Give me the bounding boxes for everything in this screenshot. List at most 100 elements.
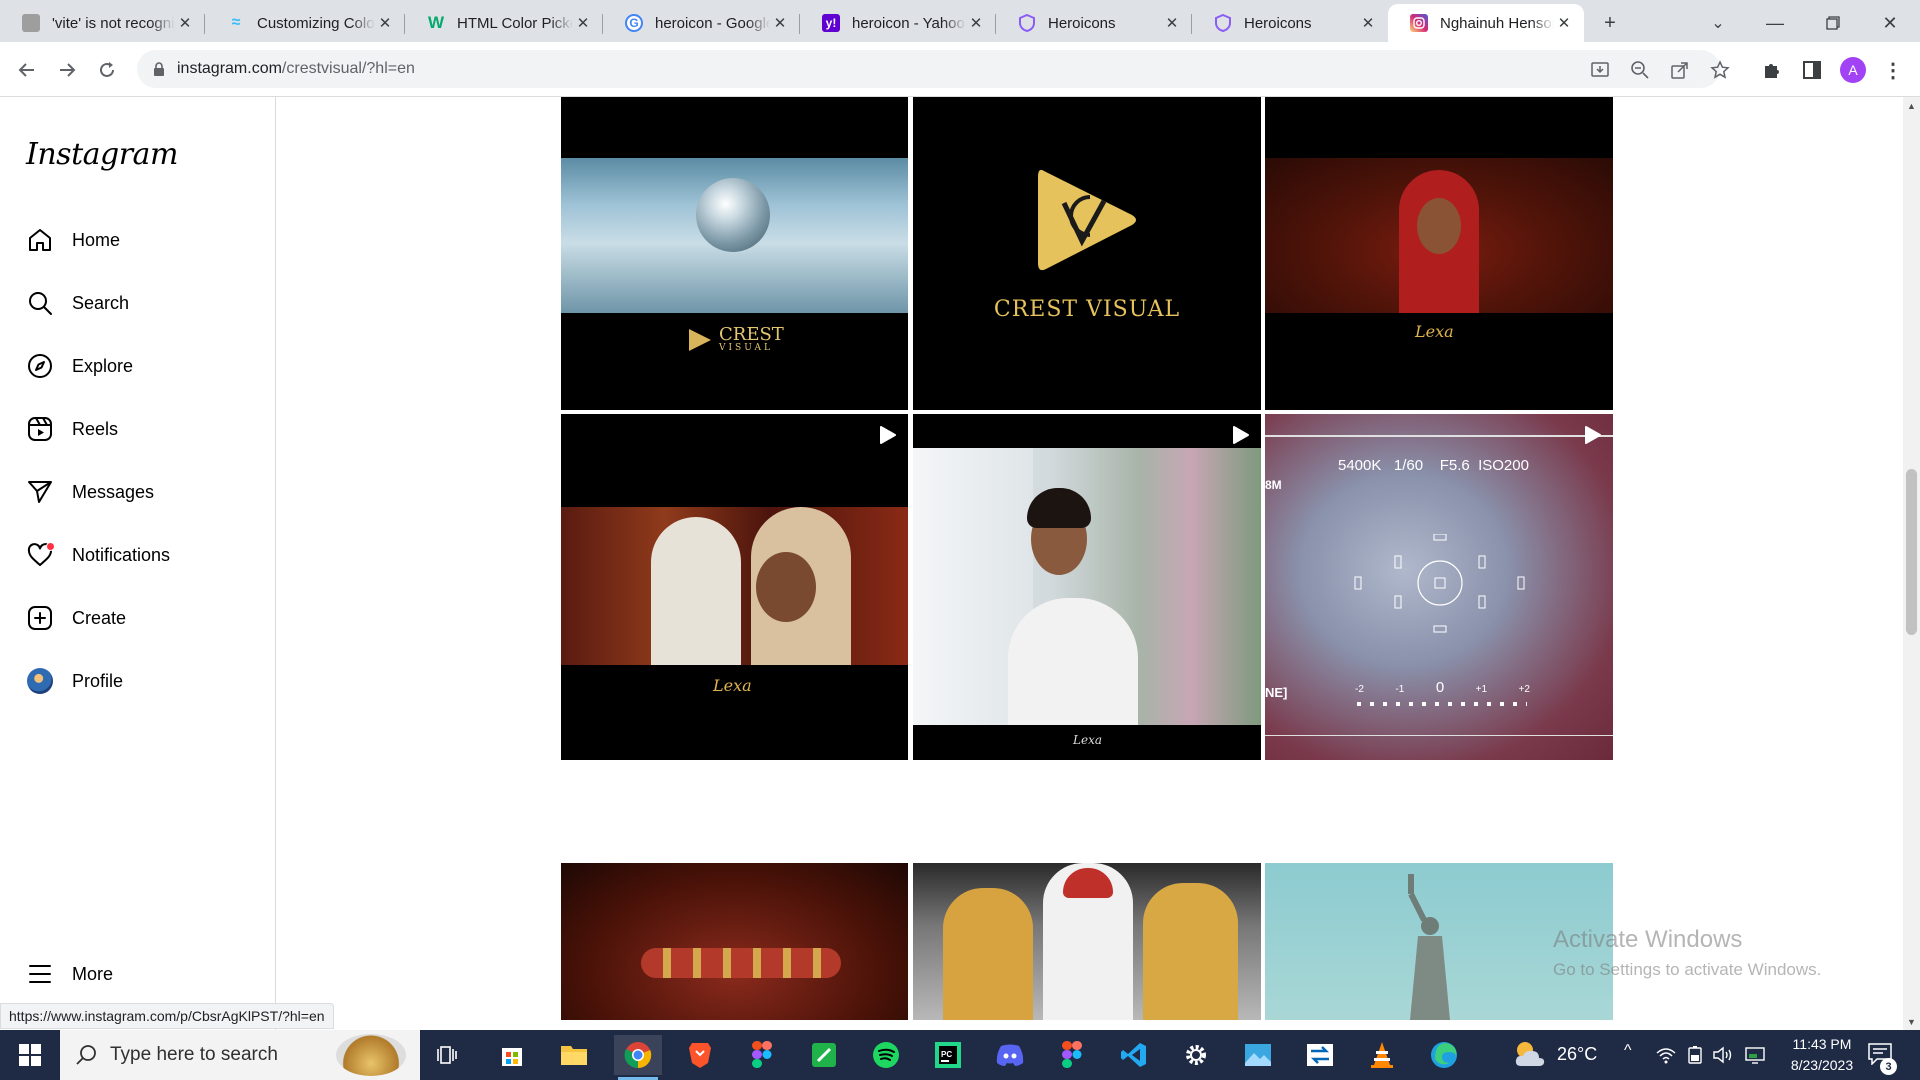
clock-date[interactable]: 8/23/2023 [1775,1057,1869,1073]
signature-watermark: Lexa [713,676,752,695]
close-icon[interactable]: ✕ [966,13,986,33]
minimize-icon[interactable]: — [1755,4,1795,42]
photos-icon[interactable] [1234,1035,1282,1075]
tab-heroicons-2[interactable]: Heroicons ✕ [1192,4,1388,42]
back-arrow-icon[interactable] [10,53,44,87]
brave-icon[interactable] [676,1035,724,1075]
notification-count-badge: 3 [1880,1058,1897,1075]
side-panel-icon[interactable] [1795,53,1829,87]
speaker-icon[interactable] [1713,1045,1735,1070]
microsoft-store-icon[interactable] [488,1035,536,1075]
weather-temperature[interactable]: 26°C [1557,1044,1597,1065]
nav-explore[interactable]: Explore [26,342,256,390]
tab-customizing-colors[interactable]: ≈ Customizing Colors ✕ [205,4,405,42]
scrollbar-thumb[interactable] [1906,469,1917,635]
network-icon[interactable] [1656,1046,1676,1069]
spotify-icon[interactable] [862,1035,910,1075]
close-icon[interactable]: ✕ [1358,13,1378,33]
tab-title: HTML Color Picker [457,14,573,32]
taskbar-search-box[interactable]: Type here to search [60,1030,420,1080]
tab-google-search[interactable]: G heroicon - Google Search ✕ [603,4,800,42]
tab-instagram-active[interactable]: Nghainuh Henson ✕ [1388,4,1584,42]
post-bride-mother-kiss[interactable]: Lexa [561,414,908,760]
close-icon[interactable]: ✕ [573,13,593,33]
forward-arrow-icon[interactable] [50,53,84,87]
focus-reticle-icon [1354,534,1525,633]
close-icon[interactable]: ✕ [770,13,790,33]
settings-gear-icon[interactable] [1172,1035,1220,1075]
address-bar[interactable]: instagram.com/crestvisual/?hl=en [137,50,1730,88]
kebab-menu-icon[interactable]: ⋮ [1876,53,1910,87]
tab-html-color-picker[interactable]: W HTML Color Picker ✕ [405,4,603,42]
figma-icon[interactable] [1048,1035,1096,1075]
reload-icon[interactable] [90,53,124,87]
post-bride-red-veil[interactable]: Lexa [1265,97,1613,410]
vlc-icon[interactable] [1358,1035,1406,1075]
post-camera-viewfinder[interactable]: 5400K 1/60 F5.6 ISO200 8M NE] -2 -1 0 +1… [1265,414,1613,760]
nav-reels[interactable]: Reels [26,405,256,453]
zoom-icon[interactable] [1629,59,1651,81]
compass-icon [26,352,54,380]
instagram-icon [1410,14,1428,32]
tab-strip: 'vite' is not recognized ✕ ≈ Customizing… [0,0,1920,42]
nav-profile[interactable]: Profile [26,657,256,705]
tab-yahoo-search[interactable]: y! heroicon - Yahoo Search ✕ [800,4,996,42]
figma-icon[interactable] [738,1035,786,1075]
new-tab-plus-icon[interactable]: + [1590,4,1630,42]
restore-icon[interactable] [1813,4,1853,42]
clock-time[interactable]: 11:43 PM [1782,1036,1862,1052]
windows-start-icon[interactable] [0,1030,60,1080]
close-icon[interactable]: ✕ [175,13,195,33]
notes-app-icon[interactable] [800,1035,848,1075]
profile-avatar-button[interactable]: A [1836,53,1870,87]
discord-icon[interactable] [986,1035,1034,1075]
tab-search-chevron-icon[interactable]: ⌄ [1698,4,1738,42]
nav-more[interactable]: More [26,950,256,998]
lock-icon[interactable] [151,61,167,77]
bookmark-star-icon[interactable] [1709,59,1731,81]
post-crest-visual-logo[interactable]: CREST VISUAL [913,97,1261,410]
nav-home[interactable]: Home [26,216,256,264]
exposure-tick: +1 [1475,684,1488,695]
heart-icon [26,541,55,569]
display-icon[interactable] [1745,1045,1765,1070]
chevron-up-icon[interactable]: ^ [1624,1042,1632,1060]
tab-heroicons-1[interactable]: Heroicons ✕ [996,4,1192,42]
activate-windows-subtitle: Go to Settings to activate Windows. [1553,960,1822,979]
post-disco-ball[interactable]: CREST VISUAL [561,97,908,410]
post-bridal-trio[interactable] [913,863,1261,1020]
scroll-up-arrow-icon[interactable]: ▲ [1903,97,1920,114]
install-app-icon[interactable] [1589,59,1611,81]
nav-create[interactable]: Create [26,594,256,642]
chrome-icon[interactable] [614,1035,662,1080]
nav-notifications[interactable]: Notifications [26,531,256,579]
edge-icon[interactable] [1420,1035,1468,1075]
close-icon[interactable]: ✕ [1162,13,1182,33]
nav-label: Create [72,607,127,628]
instagram-logo[interactable]: Instagram [26,137,178,172]
close-icon[interactable]: ✕ [375,13,395,33]
post-bride-portrait[interactable]: Lexa [913,414,1261,760]
close-window-icon[interactable]: ✕ [1870,4,1910,42]
share-icon[interactable] [1669,59,1691,81]
nav-label: More [72,963,114,984]
weather-icon[interactable] [1513,1038,1547,1075]
exposure-bar [1357,702,1527,706]
task-view-icon[interactable] [424,1035,472,1075]
scroll-down-arrow-icon[interactable]: ▼ [1903,1013,1920,1030]
exposure-scale: -2 -1 0 +1 +2 [1355,679,1530,696]
post-coral-beads[interactable] [561,863,908,1020]
vscode-icon[interactable] [1110,1035,1158,1075]
extensions-puzzle-icon[interactable] [1755,53,1789,87]
power-automate-icon[interactable] [1296,1035,1344,1075]
nav-search[interactable]: Search [26,279,256,327]
hamburger-menu-icon [26,960,54,988]
nav-messages[interactable]: Messages [26,468,256,516]
tab-vite[interactable]: 'vite' is not recognized ✕ [0,4,205,42]
pycharm-icon[interactable]: PC [924,1035,972,1075]
file-explorer-icon[interactable] [550,1035,598,1075]
svg-text:PC: PC [941,1050,952,1059]
battery-icon[interactable] [1687,1045,1705,1070]
close-icon[interactable]: ✕ [1554,13,1574,33]
page-scrollbar[interactable]: ▲ ▼ [1903,97,1920,1030]
